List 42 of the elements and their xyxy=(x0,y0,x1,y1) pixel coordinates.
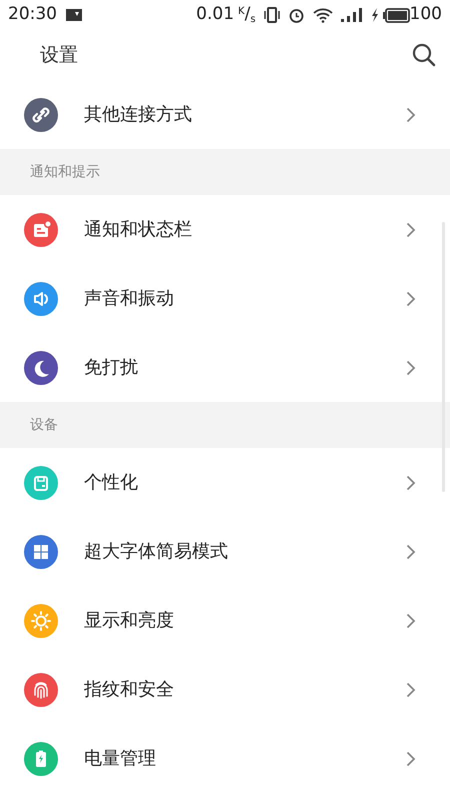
row-label: 电量管理 xyxy=(84,747,156,771)
row-label: 超大字体简易模式 xyxy=(84,540,228,564)
row-label: 个性化 xyxy=(84,471,138,495)
alarm-icon xyxy=(288,6,305,24)
chevron-icon xyxy=(406,360,416,376)
network-speed: 0.01 xyxy=(196,3,234,26)
page-title: 设置 xyxy=(40,42,78,68)
chevron-icon xyxy=(406,106,416,122)
row-label: 其他连接方式 xyxy=(84,103,192,127)
chevron-icon xyxy=(406,290,416,306)
row-label: 显示和亮度 xyxy=(84,609,174,633)
settings-row[interactable]: 个性化 xyxy=(0,448,450,517)
search-icon[interactable] xyxy=(412,43,436,67)
settings-row[interactable]: 超大字体简易模式 xyxy=(0,517,450,586)
settings-row[interactable]: 免打扰 xyxy=(0,333,450,402)
image-notification-icon xyxy=(65,7,83,23)
settings-row[interactable]: 通知和状态栏 xyxy=(0,195,450,264)
row-label: 通知和状态栏 xyxy=(84,218,192,242)
vibrate-icon xyxy=(264,7,280,23)
section-header: 通知和提示 xyxy=(0,149,450,195)
chevron-icon xyxy=(406,682,416,698)
chevron-icon xyxy=(406,474,416,490)
settings-row[interactable]: 指纹和安全 xyxy=(0,655,450,724)
row-label: 声音和振动 xyxy=(84,287,174,311)
charging-icon xyxy=(370,8,379,22)
clock-time: 20:30 xyxy=(8,3,57,26)
chevron-icon xyxy=(406,750,416,766)
speed-unit: $^{K}$/$_{s}$ xyxy=(238,3,256,27)
settings-row[interactable]: 显示和亮度 xyxy=(0,586,450,655)
battery-level-icon xyxy=(382,8,410,22)
settings-row[interactable]: 电量管理 xyxy=(0,724,450,793)
chevron-icon xyxy=(406,612,416,628)
row-label: 免打扰 xyxy=(84,356,138,380)
settings-row[interactable]: 声音和振动 xyxy=(0,264,450,333)
chevron-icon xyxy=(406,222,416,238)
chevron-icon xyxy=(406,544,416,560)
battery-percent: 100 xyxy=(410,3,442,26)
row-label: 指纹和安全 xyxy=(84,678,174,702)
section-header: 设备 xyxy=(0,402,450,448)
signal-icon xyxy=(340,8,363,22)
wifi-icon xyxy=(312,7,333,23)
settings-row[interactable]: 其他连接方式 xyxy=(0,80,450,149)
